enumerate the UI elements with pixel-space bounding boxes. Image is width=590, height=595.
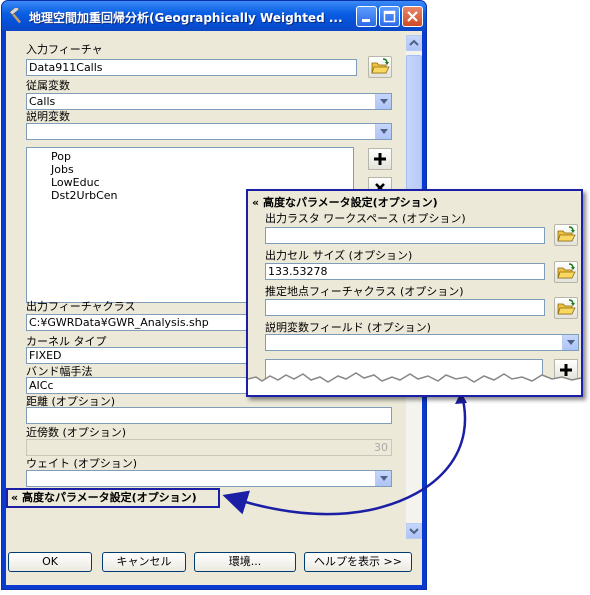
- explanatory-field-label: 説明変数フィールド (オプション): [265, 321, 431, 334]
- plus-icon: [374, 153, 386, 165]
- input-features-field[interactable]: Data911Calls: [26, 59, 357, 76]
- explanatory-variables-label: 説明変数: [26, 110, 70, 123]
- prediction-locations-browse-button[interactable]: [554, 297, 578, 319]
- hammer-tool-icon: [9, 8, 21, 24]
- folder-open-icon: [371, 58, 390, 74]
- output-feature-class-label: 出力フィーチャクラス: [26, 300, 136, 313]
- input-features-label: 入力フィーチャ: [26, 43, 103, 56]
- neighbors-label: 近傍数 (オプション): [26, 426, 127, 439]
- ok-button[interactable]: OK: [8, 552, 92, 572]
- chevron-collapse-icon: «: [252, 196, 260, 209]
- cancel-button[interactable]: キャンセル: [102, 552, 186, 572]
- add-value-button[interactable]: [368, 148, 392, 170]
- distance-field[interactable]: [26, 407, 392, 424]
- kernel-type-value: FIXED: [29, 349, 62, 362]
- title-bar[interactable]: 地理空間加重回帰分析(Geographically Weighted ...: [2, 1, 426, 31]
- chevron-up-icon: [409, 39, 419, 46]
- explanatory-variables-select[interactable]: [26, 123, 392, 140]
- chevron-down-icon[interactable]: [375, 94, 391, 109]
- dependent-variable-select[interactable]: Calls: [26, 93, 392, 110]
- chevron-down-icon: [409, 528, 419, 535]
- cell-size-field[interactable]: 133.53278: [265, 263, 545, 280]
- cell-size-browse-button[interactable]: [554, 261, 578, 283]
- callout-header-label: 高度なパラメータ設定(オプション): [262, 196, 438, 209]
- advanced-settings-label: 高度なパラメータ設定(オプション): [21, 491, 197, 504]
- folder-open-icon: [557, 263, 576, 279]
- bandwidth-method-value: AICc: [29, 379, 54, 392]
- torn-edge: [248, 372, 581, 395]
- cell-size-label: 出力セル サイズ (オプション): [265, 249, 413, 262]
- prediction-locations-label: 推定地点フィーチャクラス (オプション): [265, 285, 464, 298]
- scroll-down-button[interactable]: [406, 523, 422, 539]
- chevron-down-icon[interactable]: [375, 124, 391, 139]
- weight-select[interactable]: [26, 470, 392, 487]
- list-item[interactable]: Dst2UrbCen: [51, 189, 118, 202]
- window-title: 地理空間加重回帰分析(Geographically Weighted ...: [29, 11, 343, 25]
- weight-label: ウェイト (オプション): [26, 457, 138, 470]
- dependent-variable-value: Calls: [29, 95, 56, 108]
- maximize-button[interactable]: [379, 6, 400, 27]
- raster-workspace-browse-button[interactable]: [554, 224, 578, 246]
- show-help-button[interactable]: ヘルプを表示 >>: [304, 552, 412, 572]
- input-features-browse-button[interactable]: [368, 56, 392, 78]
- folder-open-icon: [557, 226, 576, 242]
- list-item[interactable]: LowEduc: [51, 176, 100, 189]
- prediction-locations-field[interactable]: [265, 299, 545, 316]
- advanced-settings-toggle[interactable]: « 高度なパラメータ設定(オプション): [6, 488, 220, 508]
- chevron-expand-icon: «: [11, 491, 19, 504]
- raster-workspace-label: 出力ラスタ ワークスペース (オプション): [265, 212, 466, 225]
- dependent-variable-label: 従属変数: [26, 79, 70, 92]
- callout-header[interactable]: « 高度なパラメータ設定(オプション): [252, 194, 438, 210]
- list-item[interactable]: Pop: [51, 150, 71, 163]
- maximize-icon: [383, 10, 396, 23]
- scroll-up-button[interactable]: [406, 35, 422, 51]
- raster-workspace-field[interactable]: [265, 227, 545, 244]
- advanced-settings-callout: « 高度なパラメータ設定(オプション) 出力ラスタ ワークスペース (オプション…: [246, 189, 583, 397]
- chevron-down-icon[interactable]: [375, 471, 391, 486]
- chevron-down-icon[interactable]: [562, 335, 578, 350]
- neighbors-field[interactable]: 30: [26, 439, 392, 456]
- close-icon: [407, 11, 418, 22]
- folder-open-icon: [557, 299, 576, 315]
- close-button[interactable]: [402, 6, 423, 27]
- minimize-button[interactable]: [356, 6, 377, 27]
- list-item[interactable]: Jobs: [51, 163, 74, 176]
- explanatory-field-select[interactable]: [265, 334, 579, 351]
- minimize-icon: [362, 19, 370, 22]
- environments-button[interactable]: 環境...: [194, 552, 296, 572]
